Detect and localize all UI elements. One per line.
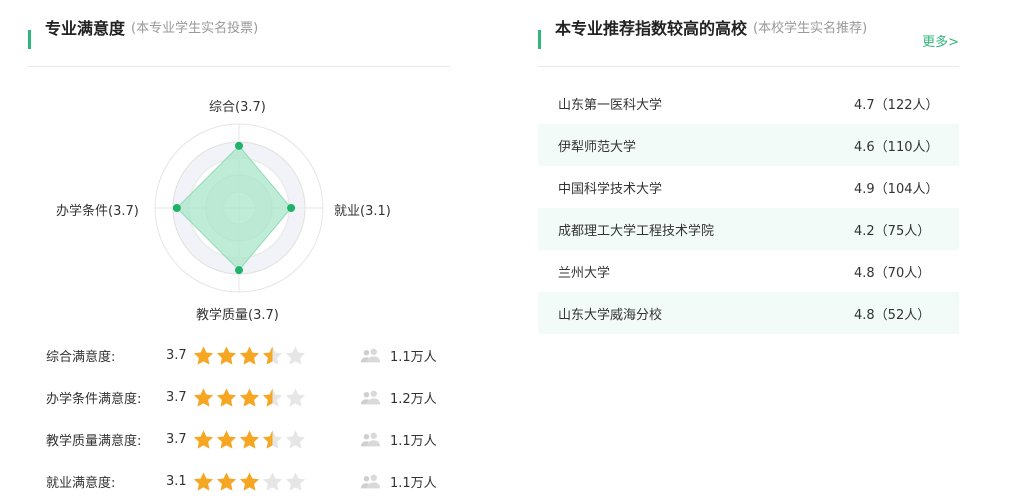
star-full-icon (216, 345, 237, 365)
recommend-panel: 本专业推荐指数较高的高校 (本校学生实名推荐) 更多> 山东第一医科大学 4.7… (538, 0, 959, 334)
school-row[interactable]: 中国科学技术大学 4.9（104人） (538, 166, 959, 208)
rating-score: 3.7 (166, 347, 187, 363)
school-name[interactable]: 山东大学威海分校 (558, 304, 854, 323)
rating-row: 就业满意度: 3.1 1.1万人 (46, 469, 446, 493)
header-accent-bar (538, 30, 541, 49)
school-score: 4.2（75人） (854, 223, 931, 239)
people-icon (360, 348, 381, 363)
star-empty-icon (262, 471, 283, 491)
rating-count: 1.1万人 (390, 349, 437, 365)
school-name[interactable]: 山东第一医科大学 (558, 94, 854, 113)
star-half-icon (262, 345, 283, 365)
header-accent-bar (28, 30, 31, 49)
school-row[interactable]: 成都理工大学工程技术学院 4.2（75人） (538, 208, 959, 250)
rating-row: 综合满意度: 3.7 1.1万人 (46, 343, 446, 367)
rating-count: 1.1万人 (390, 433, 437, 449)
star-full-icon (216, 387, 237, 407)
school-row[interactable]: 伊犁师范大学 4.6（110人） (538, 124, 959, 166)
radar-label-right: 就业(3.1) (334, 204, 391, 219)
rating-score: 3.7 (166, 431, 187, 447)
star-empty-icon (285, 471, 306, 491)
radar-point-top (235, 141, 243, 150)
satisfaction-title: 专业满意度 (45, 18, 126, 38)
school-row[interactable]: 兰州大学 4.8（70人） (538, 250, 959, 292)
school-row[interactable]: 山东第一医科大学 4.7（122人） (538, 82, 959, 124)
recommend-title: 本专业推荐指数较高的高校 (555, 18, 748, 38)
rating-row: 办学条件满意度: 3.7 1.2万人 (46, 385, 446, 409)
school-score: 4.6（110人） (854, 139, 939, 155)
radar-point-left (172, 204, 181, 212)
radar-chart: 综合(3.7) 就业(3.1) 教学质量(3.7) 办学条件(3.7) (28, 66, 450, 336)
star-full-icon (193, 387, 214, 407)
recommend-subtitle: (本校学生实名推荐) (753, 21, 868, 36)
satisfaction-panel: 专业满意度 (本专业学生实名投票) 综合(3.7) 就业(3.1) 教学质量(3… (28, 0, 450, 491)
school-list: 山东第一医科大学 4.7（122人） 伊犁师范大学 4.6（110人） 中国科学… (538, 82, 959, 334)
school-score: 4.7（122人） (854, 97, 939, 113)
rating-label: 就业满意度: (46, 475, 116, 491)
star-full-icon (216, 471, 237, 491)
radar-label-left: 办学条件(3.7) (56, 204, 139, 219)
star-full-icon (193, 345, 214, 365)
school-name[interactable]: 伊犁师范大学 (558, 136, 854, 155)
rating-count: 1.2万人 (390, 391, 437, 407)
star-rating (192, 345, 332, 366)
people-icon (360, 474, 381, 489)
school-score: 4.8（52人） (854, 307, 931, 323)
school-name[interactable]: 成都理工大学工程技术学院 (558, 220, 854, 239)
rating-score: 3.1 (166, 473, 187, 489)
radar-point-right (287, 204, 296, 212)
star-empty-icon (285, 345, 306, 365)
star-full-icon (239, 429, 260, 449)
rating-count: 1.1万人 (390, 475, 437, 491)
star-empty-icon (285, 387, 306, 407)
star-rating (192, 471, 332, 492)
school-row[interactable]: 山东大学威海分校 4.8（52人） (538, 292, 959, 334)
star-full-icon (216, 429, 237, 449)
people-icon (360, 390, 381, 405)
star-rating (192, 387, 332, 408)
school-name[interactable]: 中国科学技术大学 (558, 178, 854, 197)
satisfaction-subtitle: (本专业学生实名投票) (131, 21, 259, 36)
star-full-icon (193, 429, 214, 449)
rating-row: 教学质量满意度: 3.7 1.1万人 (46, 427, 446, 451)
radar-point-bottom (235, 266, 243, 275)
school-name[interactable]: 兰州大学 (558, 262, 854, 281)
rating-label: 教学质量满意度: (46, 433, 142, 449)
star-empty-icon (285, 429, 306, 449)
rating-label: 综合满意度: (46, 349, 116, 365)
star-full-icon (239, 387, 260, 407)
star-full-icon (239, 471, 260, 491)
school-score: 4.8（70人） (854, 265, 931, 281)
star-rating (192, 429, 332, 450)
star-half-icon (262, 387, 283, 407)
star-half-icon (262, 429, 283, 449)
recommend-header: 本专业推荐指数较高的高校 (本校学生实名推荐) 更多> (538, 0, 959, 67)
star-full-icon (193, 471, 214, 491)
satisfaction-header: 专业满意度 (本专业学生实名投票) (28, 0, 450, 67)
radar-label-top: 综合(3.7) (209, 100, 266, 115)
rating-label: 办学条件满意度: (46, 391, 142, 407)
star-full-icon (239, 345, 260, 365)
people-icon (360, 432, 381, 447)
school-score: 4.9（104人） (854, 181, 939, 197)
more-link[interactable]: 更多> (922, 31, 959, 50)
rating-score: 3.7 (166, 389, 187, 405)
radar-label-bottom: 教学质量(3.7) (196, 308, 279, 323)
